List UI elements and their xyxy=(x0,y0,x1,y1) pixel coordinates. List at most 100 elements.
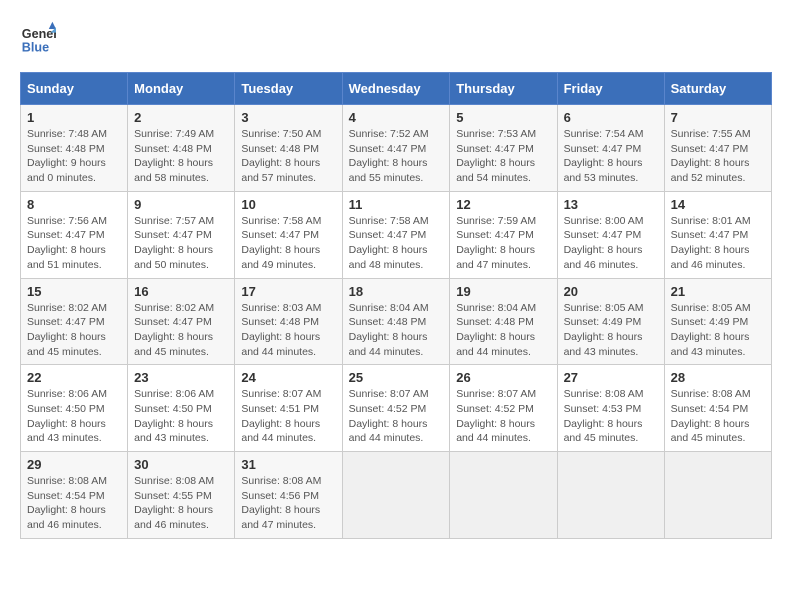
calendar-day-cell xyxy=(664,452,771,539)
calendar-day-cell: 21 Sunrise: 8:05 AMSunset: 4:49 PMDayligh… xyxy=(664,278,771,365)
calendar-header-row: SundayMondayTuesdayWednesdayThursdayFrid… xyxy=(21,73,772,105)
day-of-week-header: Thursday xyxy=(450,73,557,105)
day-number: 13 xyxy=(564,197,658,212)
day-number: 18 xyxy=(349,284,444,299)
calendar-day-cell xyxy=(557,452,664,539)
day-number: 27 xyxy=(564,370,658,385)
calendar-day-cell: 12 Sunrise: 7:59 AMSunset: 4:47 PMDayligh… xyxy=(450,191,557,278)
day-number: 24 xyxy=(241,370,335,385)
day-detail: Sunrise: 7:57 AMSunset: 4:47 PMDaylight:… xyxy=(134,214,228,273)
day-detail: Sunrise: 8:05 AMSunset: 4:49 PMDaylight:… xyxy=(671,301,765,360)
day-detail: Sunrise: 8:08 AMSunset: 4:54 PMDaylight:… xyxy=(671,387,765,446)
day-detail: Sunrise: 8:00 AMSunset: 4:47 PMDaylight:… xyxy=(564,214,658,273)
day-detail: Sunrise: 8:08 AMSunset: 4:56 PMDaylight:… xyxy=(241,474,335,533)
calendar-day-cell: 3 Sunrise: 7:50 AMSunset: 4:48 PMDaylight… xyxy=(235,105,342,192)
day-number: 10 xyxy=(241,197,335,212)
day-number: 6 xyxy=(564,110,658,125)
day-number: 19 xyxy=(456,284,550,299)
day-detail: Sunrise: 8:08 AMSunset: 4:54 PMDaylight:… xyxy=(27,474,121,533)
day-detail: Sunrise: 8:07 AMSunset: 4:51 PMDaylight:… xyxy=(241,387,335,446)
day-detail: Sunrise: 7:58 AMSunset: 4:47 PMDaylight:… xyxy=(241,214,335,273)
day-detail: Sunrise: 7:56 AMSunset: 4:47 PMDaylight:… xyxy=(27,214,121,273)
day-number: 26 xyxy=(456,370,550,385)
day-number: 20 xyxy=(564,284,658,299)
day-number: 5 xyxy=(456,110,550,125)
calendar-day-cell: 30 Sunrise: 8:08 AMSunset: 4:55 PMDayligh… xyxy=(128,452,235,539)
day-number: 7 xyxy=(671,110,765,125)
calendar-table: SundayMondayTuesdayWednesdayThursdayFrid… xyxy=(20,72,772,539)
calendar-day-cell: 20Sunrise: 8:05 AMSunset: 4:49 PMDayligh… xyxy=(557,278,664,365)
calendar-day-cell: 18 Sunrise: 8:04 AMSunset: 4:48 PMDayligh… xyxy=(342,278,450,365)
calendar-week-row: 29 Sunrise: 8:08 AMSunset: 4:54 PMDayligh… xyxy=(21,452,772,539)
day-number: 17 xyxy=(241,284,335,299)
day-detail: Sunrise: 7:52 AMSunset: 4:47 PMDaylight:… xyxy=(349,127,444,186)
calendar-day-cell: 10 Sunrise: 7:58 AMSunset: 4:47 PMDayligh… xyxy=(235,191,342,278)
day-number: 25 xyxy=(349,370,444,385)
calendar-day-cell: 13 Sunrise: 8:00 AMSunset: 4:47 PMDayligh… xyxy=(557,191,664,278)
calendar-day-cell: 31 Sunrise: 8:08 AMSunset: 4:56 PMDayligh… xyxy=(235,452,342,539)
day-detail: Sunrise: 7:55 AMSunset: 4:47 PMDaylight:… xyxy=(671,127,765,186)
day-number: 15 xyxy=(27,284,121,299)
day-number: 12 xyxy=(456,197,550,212)
day-of-week-header: Sunday xyxy=(21,73,128,105)
calendar-week-row: 15 Sunrise: 8:02 AMSunset: 4:47 PMDayligh… xyxy=(21,278,772,365)
day-detail: Sunrise: 8:03 AMSunset: 4:48 PMDaylight:… xyxy=(241,301,335,360)
calendar-day-cell: 29 Sunrise: 8:08 AMSunset: 4:54 PMDayligh… xyxy=(21,452,128,539)
calendar-day-cell: 14 Sunrise: 8:01 AMSunset: 4:47 PMDayligh… xyxy=(664,191,771,278)
day-detail: Sunrise: 8:04 AMSunset: 4:48 PMDaylight:… xyxy=(349,301,444,360)
day-detail: Sunrise: 8:06 AMSunset: 4:50 PMDaylight:… xyxy=(134,387,228,446)
page-header: General Blue xyxy=(20,20,772,56)
day-of-week-header: Saturday xyxy=(664,73,771,105)
day-number: 29 xyxy=(27,457,121,472)
calendar-day-cell: 8 Sunrise: 7:56 AMSunset: 4:47 PMDaylight… xyxy=(21,191,128,278)
day-of-week-header: Monday xyxy=(128,73,235,105)
calendar-day-cell: 27Sunrise: 8:08 AMSunset: 4:53 PMDayligh… xyxy=(557,365,664,452)
day-detail: Sunrise: 8:08 AMSunset: 4:55 PMDaylight:… xyxy=(134,474,228,533)
day-number: 31 xyxy=(241,457,335,472)
day-detail: Sunrise: 7:59 AMSunset: 4:47 PMDaylight:… xyxy=(456,214,550,273)
calendar-day-cell: 19 Sunrise: 8:04 AMSunset: 4:48 PMDayligh… xyxy=(450,278,557,365)
calendar-day-cell: 7 Sunrise: 7:55 AMSunset: 4:47 PMDaylight… xyxy=(664,105,771,192)
day-number: 21 xyxy=(671,284,765,299)
day-number: 16 xyxy=(134,284,228,299)
day-detail: Sunrise: 7:49 AMSunset: 4:48 PMDaylight:… xyxy=(134,127,228,186)
day-number: 3 xyxy=(241,110,335,125)
calendar-week-row: 22Sunrise: 8:06 AMSunset: 4:50 PMDayligh… xyxy=(21,365,772,452)
day-detail: Sunrise: 8:06 AMSunset: 4:50 PMDaylight:… xyxy=(27,387,121,446)
day-detail: Sunrise: 8:07 AMSunset: 4:52 PMDaylight:… xyxy=(456,387,550,446)
day-detail: Sunrise: 7:53 AMSunset: 4:47 PMDaylight:… xyxy=(456,127,550,186)
calendar-day-cell: 16 Sunrise: 8:02 AMSunset: 4:47 PMDayligh… xyxy=(128,278,235,365)
calendar-day-cell: 1Sunrise: 7:48 AMSunset: 4:48 PMDaylight… xyxy=(21,105,128,192)
calendar-day-cell: 28 Sunrise: 8:08 AMSunset: 4:54 PMDayligh… xyxy=(664,365,771,452)
calendar-day-cell: 4 Sunrise: 7:52 AMSunset: 4:47 PMDaylight… xyxy=(342,105,450,192)
calendar-week-row: 1Sunrise: 7:48 AMSunset: 4:48 PMDaylight… xyxy=(21,105,772,192)
day-detail: Sunrise: 8:01 AMSunset: 4:47 PMDaylight:… xyxy=(671,214,765,273)
svg-text:Blue: Blue xyxy=(22,41,49,55)
day-detail: Sunrise: 8:04 AMSunset: 4:48 PMDaylight:… xyxy=(456,301,550,360)
day-number: 8 xyxy=(27,197,121,212)
calendar-day-cell: 11Sunrise: 7:58 AMSunset: 4:47 PMDayligh… xyxy=(342,191,450,278)
day-of-week-header: Wednesday xyxy=(342,73,450,105)
day-number: 14 xyxy=(671,197,765,212)
logo-icon: General Blue xyxy=(20,20,56,56)
day-number: 4 xyxy=(349,110,444,125)
day-of-week-header: Tuesday xyxy=(235,73,342,105)
calendar-day-cell: 24 Sunrise: 8:07 AMSunset: 4:51 PMDayligh… xyxy=(235,365,342,452)
day-detail: Sunrise: 7:54 AMSunset: 4:47 PMDaylight:… xyxy=(564,127,658,186)
calendar-day-cell: 2 Sunrise: 7:49 AMSunset: 4:48 PMDaylight… xyxy=(128,105,235,192)
day-detail: Sunrise: 7:58 AMSunset: 4:47 PMDaylight:… xyxy=(349,214,444,273)
calendar-day-cell xyxy=(450,452,557,539)
day-number: 2 xyxy=(134,110,228,125)
calendar-day-cell: 15 Sunrise: 8:02 AMSunset: 4:47 PMDayligh… xyxy=(21,278,128,365)
day-number: 30 xyxy=(134,457,228,472)
day-detail: Sunrise: 8:02 AMSunset: 4:47 PMDaylight:… xyxy=(27,301,121,360)
svg-text:General: General xyxy=(22,27,56,41)
day-detail: Sunrise: 7:50 AMSunset: 4:48 PMDaylight:… xyxy=(241,127,335,186)
day-of-week-header: Friday xyxy=(557,73,664,105)
calendar-day-cell xyxy=(342,452,450,539)
day-detail: Sunrise: 8:02 AMSunset: 4:47 PMDaylight:… xyxy=(134,301,228,360)
day-number: 28 xyxy=(671,370,765,385)
calendar-day-cell: 22Sunrise: 8:06 AMSunset: 4:50 PMDayligh… xyxy=(21,365,128,452)
calendar-day-cell: 5 Sunrise: 7:53 AMSunset: 4:47 PMDaylight… xyxy=(450,105,557,192)
day-detail: Sunrise: 8:07 AMSunset: 4:52 PMDaylight:… xyxy=(349,387,444,446)
